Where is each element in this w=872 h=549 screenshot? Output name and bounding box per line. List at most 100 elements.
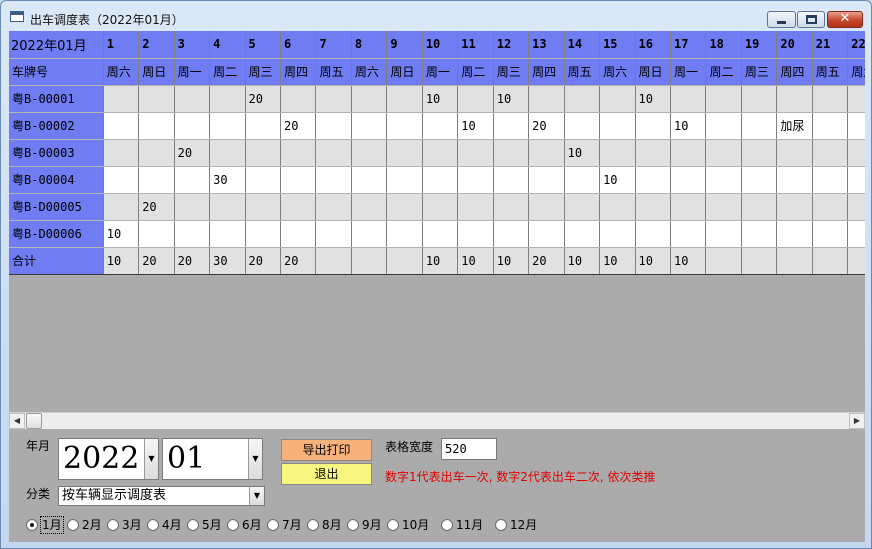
schedule-cell[interactable] (528, 193, 565, 221)
schedule-cell[interactable] (351, 193, 388, 221)
radio-dot-icon[interactable] (267, 519, 279, 531)
schedule-cell[interactable] (776, 193, 813, 221)
schedule-cell[interactable] (245, 139, 282, 167)
schedule-cell[interactable] (103, 166, 140, 194)
close-button[interactable]: ✕ (827, 11, 863, 28)
schedule-cell[interactable] (138, 139, 175, 167)
schedule-cell[interactable] (812, 166, 849, 194)
schedule-cell[interactable] (564, 166, 601, 194)
schedule-cell[interactable] (245, 220, 282, 248)
schedule-cell[interactable] (457, 220, 494, 248)
schedule-cell[interactable] (174, 193, 211, 221)
schedule-cell[interactable] (315, 112, 352, 140)
schedule-cell[interactable]: 10 (670, 112, 707, 140)
schedule-cell[interactable] (705, 139, 742, 167)
day-header-20[interactable]: 20 (776, 31, 813, 59)
day-header-3[interactable]: 3 (174, 31, 211, 59)
schedule-cell[interactable] (670, 85, 707, 113)
day-header-15[interactable]: 15 (599, 31, 636, 59)
day-header-17[interactable]: 17 (670, 31, 707, 59)
day-header-5[interactable]: 5 (245, 31, 282, 59)
schedule-cell[interactable] (635, 112, 671, 140)
schedule-cell[interactable] (209, 220, 246, 248)
schedule-cell[interactable] (386, 85, 423, 113)
plate-cell[interactable]: 粤B-00001 (9, 85, 104, 113)
day-header-4[interactable]: 4 (209, 31, 246, 59)
radio-dot-icon[interactable] (387, 519, 399, 531)
day-header-8[interactable]: 8 (351, 31, 388, 59)
plate-cell[interactable]: 粤B-00004 (9, 166, 104, 194)
scroll-right-arrow-icon[interactable]: ▶ (849, 413, 865, 429)
schedule-cell[interactable] (705, 220, 742, 248)
plate-cell[interactable]: 粤B-00002 (9, 112, 104, 140)
schedule-cell[interactable] (351, 220, 388, 248)
schedule-cell[interactable]: 10 (422, 85, 459, 113)
schedule-cell[interactable] (315, 85, 352, 113)
radio-dot-icon[interactable] (26, 519, 38, 531)
schedule-cell[interactable] (528, 139, 565, 167)
schedule-cell[interactable] (138, 166, 175, 194)
schedule-cell[interactable] (209, 112, 246, 140)
schedule-cell[interactable] (847, 139, 865, 167)
schedule-cell[interactable] (245, 193, 282, 221)
radio-dot-icon[interactable] (227, 519, 239, 531)
day-header-16[interactable]: 16 (635, 31, 671, 59)
day-header-14[interactable]: 14 (564, 31, 601, 59)
chevron-down-icon[interactable]: ▼ (249, 487, 264, 505)
radio-dot-icon[interactable] (495, 519, 507, 531)
schedule-cell[interactable] (280, 166, 317, 194)
schedule-cell[interactable] (138, 112, 175, 140)
schedule-cell[interactable] (493, 112, 530, 140)
plate-cell[interactable]: 粤B-D00006 (9, 220, 104, 248)
schedule-cell[interactable] (741, 166, 778, 194)
category-select[interactable]: 按车辆显示调度表 ▼ (58, 486, 265, 506)
schedule-cell[interactable] (635, 166, 671, 194)
schedule-cell[interactable] (635, 139, 671, 167)
schedule-cell[interactable] (209, 85, 246, 113)
schedule-cell[interactable] (174, 85, 211, 113)
schedule-cell[interactable] (670, 193, 707, 221)
month-input[interactable]: 01 ▼ (162, 438, 263, 480)
schedule-cell[interactable] (422, 166, 459, 194)
schedule-cell[interactable] (457, 193, 494, 221)
schedule-cell[interactable] (599, 193, 636, 221)
scroll-thumb[interactable] (26, 413, 42, 429)
radio-dot-icon[interactable] (347, 519, 359, 531)
schedule-cell[interactable] (457, 139, 494, 167)
schedule-cell[interactable] (174, 220, 211, 248)
schedule-cell[interactable] (847, 112, 865, 140)
day-header-13[interactable]: 13 (528, 31, 565, 59)
schedule-cell[interactable] (776, 139, 813, 167)
scroll-left-arrow-icon[interactable]: ◀ (9, 413, 25, 429)
day-header-1[interactable]: 1 (103, 31, 140, 59)
schedule-cell[interactable] (599, 139, 636, 167)
schedule-cell[interactable] (280, 220, 317, 248)
radio-dot-icon[interactable] (107, 519, 119, 531)
schedule-cell[interactable] (564, 220, 601, 248)
schedule-cell[interactable] (847, 220, 865, 248)
schedule-cell[interactable]: 10 (564, 139, 601, 167)
table-width-input[interactable]: 520 (441, 438, 497, 460)
horizontal-scrollbar[interactable]: ◀ ▶ (9, 412, 865, 429)
schedule-cell[interactable] (174, 112, 211, 140)
schedule-cell[interactable]: 20 (280, 112, 317, 140)
schedule-cell[interactable] (670, 220, 707, 248)
schedule-cell[interactable] (422, 220, 459, 248)
schedule-cell[interactable] (422, 193, 459, 221)
schedule-cell[interactable] (528, 220, 565, 248)
radio-dot-icon[interactable] (307, 519, 319, 531)
schedule-cell[interactable] (564, 112, 601, 140)
schedule-cell[interactable] (386, 220, 423, 248)
radio-dot-icon[interactable] (441, 519, 453, 531)
schedule-cell[interactable] (741, 139, 778, 167)
schedule-cell[interactable] (812, 193, 849, 221)
schedule-cell[interactable]: 10 (457, 112, 494, 140)
schedule-cell[interactable] (386, 139, 423, 167)
schedule-cell[interactable] (705, 193, 742, 221)
schedule-cell[interactable] (776, 85, 813, 113)
schedule-cell[interactable] (705, 166, 742, 194)
schedule-cell[interactable] (103, 139, 140, 167)
schedule-cell[interactable] (528, 166, 565, 194)
day-header-19[interactable]: 19 (741, 31, 778, 59)
title-bar[interactable]: 出车调度表（2022年01月） ✕ (1, 1, 871, 31)
